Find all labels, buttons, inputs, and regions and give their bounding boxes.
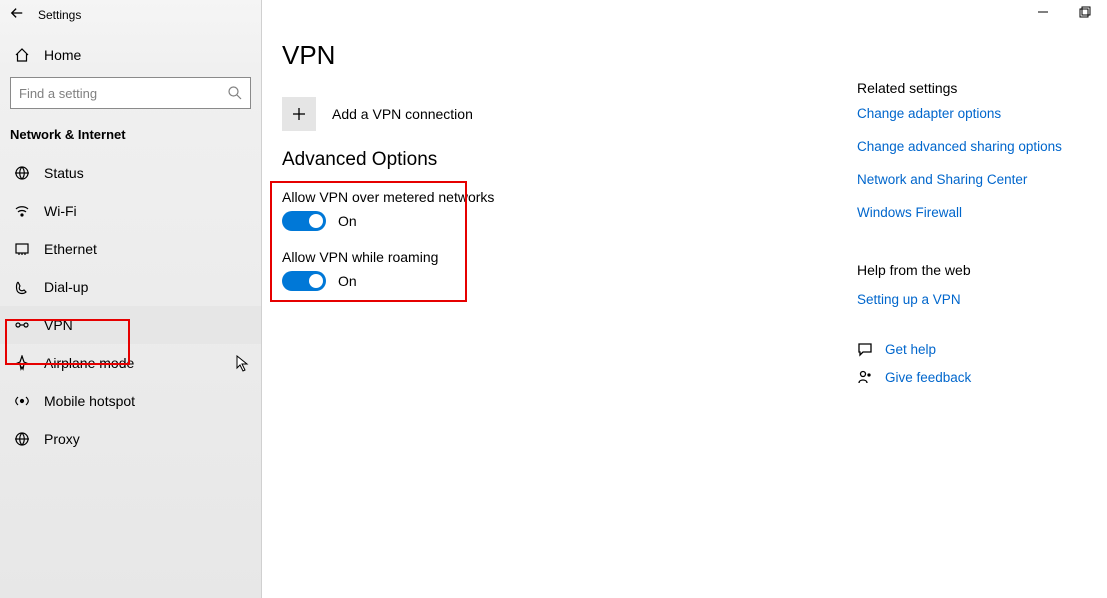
toggle-metered[interactable] [282, 211, 326, 231]
sidebar-item-status[interactable]: Status [0, 154, 261, 192]
back-button[interactable] [10, 6, 24, 23]
link-firewall[interactable]: Windows Firewall [857, 205, 1089, 220]
sidebar-item-airplane[interactable]: Airplane mode [0, 344, 261, 382]
sidebar-item-label: Dial-up [44, 279, 88, 295]
plus-icon [282, 97, 316, 131]
feedback-icon [857, 369, 873, 385]
hotspot-icon [14, 393, 30, 409]
minimize-button[interactable] [1037, 6, 1049, 18]
link-give-feedback[interactable]: Give feedback [885, 370, 971, 385]
sidebar-item-wifi[interactable]: Wi-Fi [0, 192, 261, 230]
link-sharing-options[interactable]: Change advanced sharing options [857, 139, 1089, 154]
advanced-options-header: Advanced Options [282, 149, 827, 171]
related-sidebar: Related settings Change adapter options … [857, 0, 1107, 598]
sidebar-home[interactable]: Home [0, 35, 261, 75]
link-adapter-options[interactable]: Change adapter options [857, 106, 1089, 121]
airplane-icon [14, 355, 30, 371]
sidebar-item-ethernet[interactable]: Ethernet [0, 230, 261, 268]
link-setup-vpn[interactable]: Setting up a VPN [857, 292, 1089, 307]
sidebar-item-label: Wi-Fi [44, 203, 77, 219]
ethernet-icon [14, 241, 30, 257]
sidebar-section-title: Network & Internet [0, 121, 261, 154]
sidebar-item-dialup[interactable]: Dial-up [0, 268, 261, 306]
link-get-help[interactable]: Get help [885, 342, 936, 357]
proxy-icon [14, 431, 30, 447]
toggle-label-roaming: Allow VPN while roaming [282, 249, 827, 265]
add-vpn-button[interactable]: Add a VPN connection [282, 97, 827, 131]
toggle-roaming[interactable] [282, 271, 326, 291]
add-vpn-label: Add a VPN connection [332, 106, 473, 122]
wifi-icon [14, 203, 30, 219]
link-network-center[interactable]: Network and Sharing Center [857, 172, 1089, 187]
chat-icon [857, 341, 873, 357]
toggle-label-metered: Allow VPN over metered networks [282, 189, 827, 205]
page-title: VPN [282, 40, 827, 71]
sidebar-item-label: VPN [44, 317, 73, 333]
sidebar-item-label: Airplane mode [44, 355, 134, 371]
maximize-button[interactable] [1079, 6, 1091, 18]
help-header: Help from the web [857, 262, 1089, 278]
sidebar-item-vpn[interactable]: VPN [0, 306, 261, 344]
toggle-state-metered: On [338, 213, 357, 229]
dialup-icon [14, 279, 30, 295]
sidebar-item-hotspot[interactable]: Mobile hotspot [0, 382, 261, 420]
sidebar-item-label: Ethernet [44, 241, 97, 257]
sidebar-item-label: Proxy [44, 431, 80, 447]
main-content: VPN Add a VPN connection Advanced Option… [262, 0, 857, 598]
status-icon [14, 165, 30, 181]
sidebar-item-label: Status [44, 165, 84, 181]
app-title: Settings [38, 8, 81, 22]
sidebar-item-proxy[interactable]: Proxy [0, 420, 261, 458]
vpn-icon [14, 317, 30, 333]
related-header: Related settings [857, 80, 1089, 96]
sidebar-item-label: Mobile hotspot [44, 393, 135, 409]
search-icon [227, 85, 243, 101]
settings-sidebar: Settings Home Network & Internet Status … [0, 0, 262, 598]
toggle-state-roaming: On [338, 273, 357, 289]
search-input[interactable] [10, 77, 251, 109]
home-icon [14, 47, 30, 63]
home-label: Home [44, 47, 81, 63]
